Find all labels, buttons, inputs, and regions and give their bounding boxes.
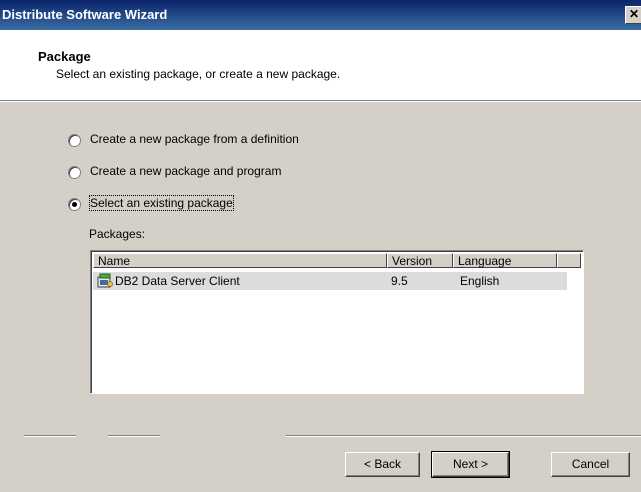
list-header: Name Version Language bbox=[93, 253, 581, 270]
wizard-header bbox=[0, 30, 641, 100]
footer-divider bbox=[286, 435, 641, 437]
packages-list[interactable]: Name Version Language DB2 Data Server Cl… bbox=[90, 250, 584, 394]
column-header-name[interactable]: Name bbox=[93, 253, 387, 268]
option-label: Select an existing package bbox=[89, 195, 234, 211]
package-name: DB2 Data Server Client bbox=[115, 274, 240, 288]
column-header-language[interactable]: Language bbox=[453, 253, 557, 268]
wizard-window: Distribute Software Wizard ✕ Package Sel… bbox=[0, 0, 641, 492]
column-header-filler bbox=[557, 253, 581, 268]
packages-label: Packages: bbox=[89, 227, 146, 241]
column-header-version[interactable]: Version bbox=[387, 253, 453, 268]
cancel-button[interactable]: Cancel bbox=[551, 452, 630, 477]
table-row[interactable]: DB2 Data Server Client 9.5 English bbox=[93, 272, 567, 290]
footer-divider bbox=[24, 435, 76, 437]
option-label: Create a new package from a definition bbox=[90, 132, 299, 146]
header-divider bbox=[0, 100, 641, 102]
package-icon bbox=[97, 273, 113, 288]
radio-button[interactable] bbox=[68, 166, 81, 179]
page-title: Package bbox=[38, 49, 91, 64]
footer-divider bbox=[108, 435, 160, 437]
next-button[interactable]: Next > bbox=[431, 451, 510, 478]
title-bar[interactable]: Distribute Software Wizard ✕ bbox=[0, 0, 641, 30]
back-button[interactable]: < Back bbox=[345, 452, 420, 477]
option-label: Create a new package and program bbox=[90, 164, 282, 178]
window-title: Distribute Software Wizard bbox=[2, 7, 168, 22]
package-language: English bbox=[460, 274, 500, 288]
package-version: 9.5 bbox=[391, 274, 408, 288]
close-icon[interactable]: ✕ bbox=[625, 6, 641, 24]
radio-button-selected[interactable] bbox=[68, 198, 81, 211]
page-subtitle: Select an existing package, or create a … bbox=[56, 67, 341, 81]
radio-button[interactable] bbox=[68, 134, 81, 147]
